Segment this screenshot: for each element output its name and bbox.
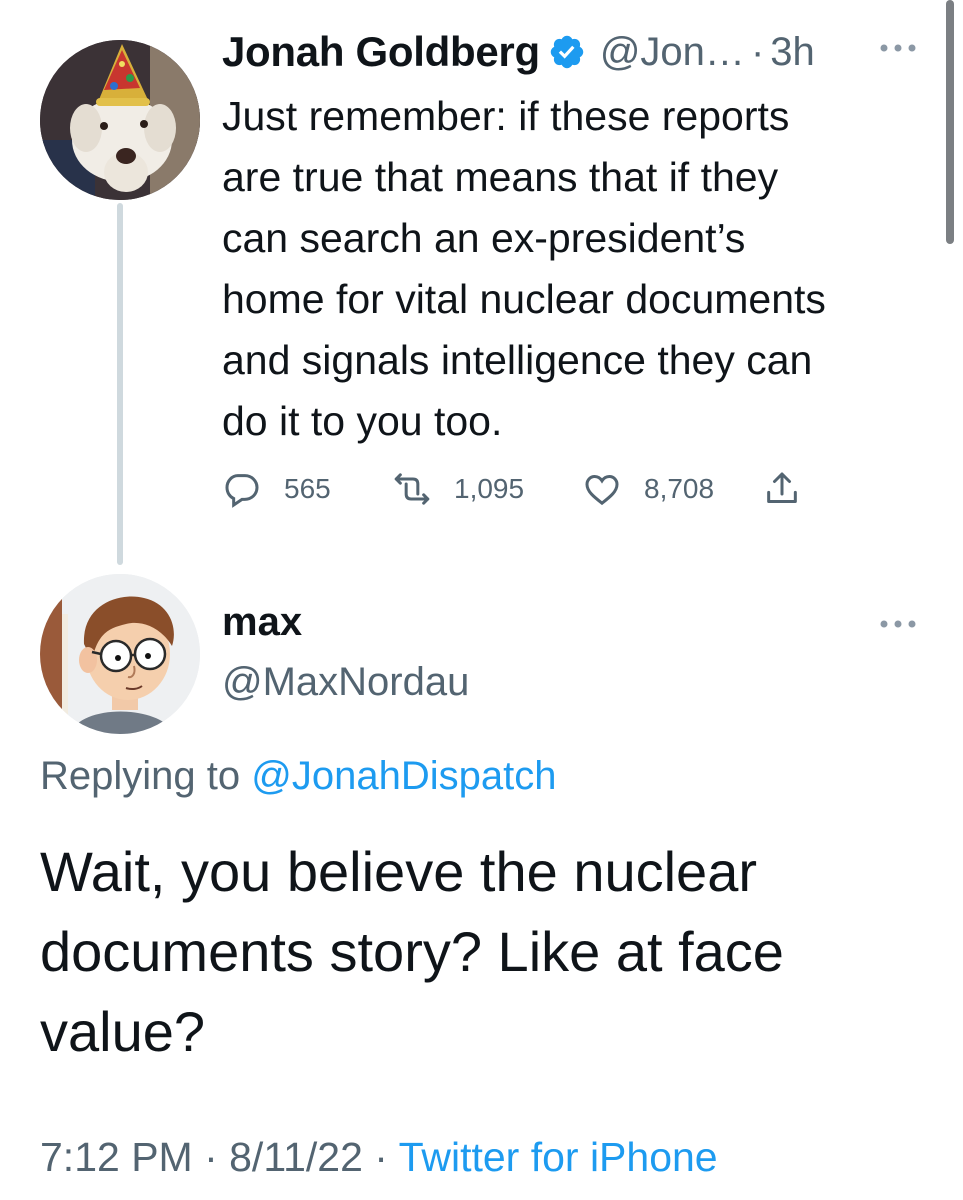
- replying-to-link[interactable]: @JonahDispatch: [251, 754, 556, 798]
- cartoon-avatar-image: [40, 574, 200, 734]
- scrollbar[interactable]: [946, 0, 954, 244]
- replying-to: Replying to @JonahDispatch: [40, 754, 556, 799]
- retweet-button[interactable]: 1,095: [392, 469, 582, 509]
- tweet-source-link[interactable]: Twitter for iPhone: [399, 1134, 718, 1180]
- more-icon[interactable]: [876, 36, 920, 60]
- tweet-timestamp[interactable]: 7:12 PM · 8/11/22 ·: [40, 1134, 399, 1180]
- retweet-icon: [394, 473, 430, 505]
- like-button[interactable]: 8,708: [582, 469, 762, 509]
- retweet-count: 1,095: [454, 473, 525, 504]
- share-button[interactable]: [762, 469, 802, 509]
- author-name[interactable]: Jonah Goldberg: [222, 28, 540, 76]
- share-icon: [767, 472, 797, 503]
- reply-tweet-text: Wait, you believe the nuclear documents …: [40, 840, 784, 1063]
- tweet-header: Jonah Goldberg @Jon… · 3h: [222, 22, 815, 82]
- avatar-max[interactable]: [40, 574, 200, 734]
- tweet-actions: 565 1,095 8,708: [222, 466, 802, 512]
- more-icon[interactable]: [876, 612, 920, 636]
- avatar-jonah-goldberg[interactable]: [40, 40, 200, 200]
- reply-author-name[interactable]: max: [222, 600, 302, 645]
- replying-prefix: Replying to: [40, 754, 252, 798]
- author-handle[interactable]: @Jon…: [600, 30, 745, 75]
- reply-button[interactable]: 565: [222, 469, 392, 509]
- reply-count: 565: [284, 473, 331, 504]
- separator-dot: ·: [750, 29, 765, 74]
- like-icon: [585, 474, 619, 506]
- verified-badge-icon: [548, 33, 586, 71]
- tweet-footer: 7:12 PM · 8/11/22 · Twitter for iPhone: [40, 1134, 718, 1181]
- tweet-time[interactable]: 3h: [770, 30, 815, 75]
- reply-icon: [225, 474, 259, 508]
- tweet-text: Just remember: if these reports are true…: [222, 93, 826, 444]
- reply-author-handle[interactable]: @MaxNordau: [222, 660, 469, 705]
- thread-connector-line: [117, 203, 123, 565]
- like-count: 8,708: [644, 473, 715, 504]
- dog-avatar-image: [40, 40, 200, 200]
